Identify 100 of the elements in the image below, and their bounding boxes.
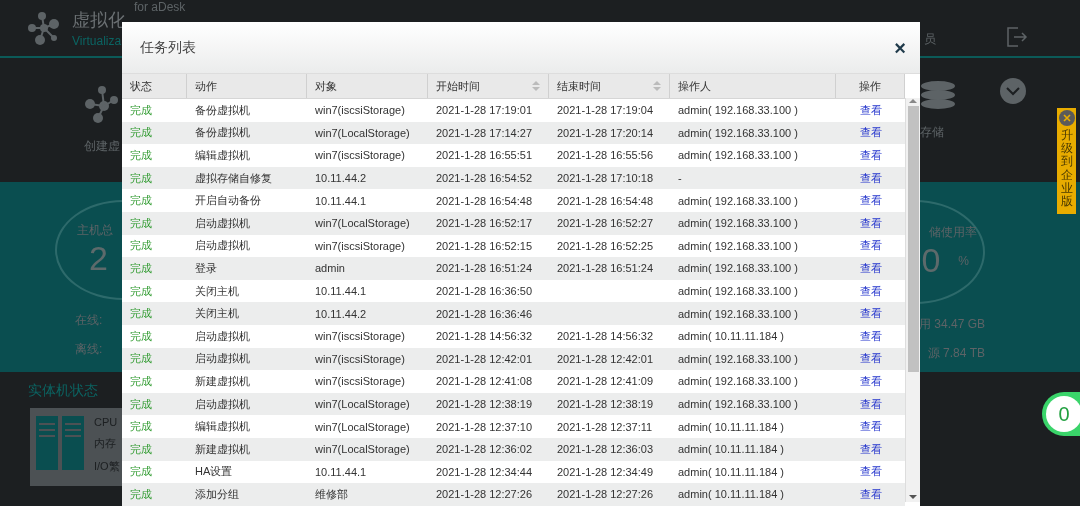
table-cell-text: 10.11.44.1 xyxy=(314,285,368,298)
close-button[interactable]: × xyxy=(894,37,906,58)
view-link[interactable]: 查看 xyxy=(836,306,905,322)
column-header[interactable]: 结束时间 xyxy=(549,74,670,98)
table-cell-text: admin( 192.168.33.100 ) xyxy=(677,375,799,388)
table-cell-text: 关闭主机 xyxy=(194,306,240,322)
table-cell-text: win7(LocalStorage) xyxy=(314,126,411,139)
status-cell-text: 完成 xyxy=(129,351,153,367)
column-header[interactable]: 操作人 xyxy=(670,74,836,98)
table-cell-text: admin( 10.11.11.184 ) xyxy=(677,420,785,433)
column-header[interactable]: 动作 xyxy=(187,74,307,98)
upgrade-banner[interactable]: 升级到企业版 xyxy=(1057,108,1076,215)
table-cell-text: 启动虚拟机 xyxy=(194,328,251,344)
table-cell-text: 2021-1-28 12:41:08 xyxy=(435,375,534,388)
stat-label: 储使用率 xyxy=(929,224,977,241)
table-cell-text: admin( 10.11.11.184 ) xyxy=(677,330,785,343)
view-link[interactable]: 查看 xyxy=(836,193,905,209)
table-cell-text: 2021-1-28 12:36:02 xyxy=(435,443,534,456)
view-link[interactable]: 查看 xyxy=(836,283,905,299)
table-cell-text: admin( 192.168.33.100 ) xyxy=(677,194,799,207)
dialog-title: 任务列表 xyxy=(140,38,196,57)
offline-label: 离线: xyxy=(75,341,103,358)
table-cell-text: 添加分组 xyxy=(194,486,240,502)
table-cell-text: 2021-1-28 16:52:17 xyxy=(435,217,534,230)
table-cell-text: 编辑虚拟机 xyxy=(194,148,251,163)
column-header[interactable]: 操作 xyxy=(836,74,905,98)
table-cell-text: 2021-1-28 12:34:49 xyxy=(556,465,655,478)
table-cell-text: 2021-1-28 12:36:03 xyxy=(556,443,655,456)
view-link[interactable]: 查看 xyxy=(836,260,905,276)
table-cell-text: 2021-1-28 16:55:51 xyxy=(435,149,534,162)
view-link[interactable]: 查看 xyxy=(836,328,905,344)
table-cell-text: 备份虚拟机 xyxy=(194,102,251,118)
table-cell-text: win7(iscsiStorage) xyxy=(314,352,406,365)
table-cell-text: 关闭主机 xyxy=(194,283,240,299)
table-cell-text: admin( 192.168.33.100 ) xyxy=(677,239,799,252)
column-header[interactable]: 对象 xyxy=(307,74,428,98)
view-link[interactable]: 查看 xyxy=(836,215,905,231)
table-cell-text: 2021-1-28 12:27:26 xyxy=(435,488,534,501)
status-cell-text: 完成 xyxy=(129,464,153,480)
table-cell-text: win7(iscsiStorage) xyxy=(314,149,406,162)
status-cell-text: 完成 xyxy=(129,419,153,435)
table-cell-text: 10.11.44.1 xyxy=(314,465,368,478)
table-cell-text: 2021-1-28 16:55:56 xyxy=(556,149,655,162)
online-label: 在线: xyxy=(75,312,103,329)
table-cell-text: admin( 10.11.11.184 ) xyxy=(677,443,785,456)
table-cell-text: 2021-1-28 17:19:04 xyxy=(556,104,655,117)
table-cell-text: 2021-1-28 16:52:27 xyxy=(556,217,655,230)
status-cell-text: 完成 xyxy=(129,373,153,389)
table-cell-text: 启动虚拟机 xyxy=(194,351,251,367)
view-link[interactable]: 查看 xyxy=(836,441,905,457)
table-cell-text: win7(LocalStorage) xyxy=(314,398,411,410)
view-link[interactable]: 查看 xyxy=(836,351,905,367)
view-link[interactable]: 查看 xyxy=(836,396,905,412)
table-cell-text: 2021-1-28 12:42:01 xyxy=(435,352,534,365)
view-link[interactable]: 查看 xyxy=(836,373,905,389)
table-cell-text: 新建虚拟机 xyxy=(194,441,251,457)
stat-value: 0 xyxy=(921,241,941,280)
stat-label: 主机总 xyxy=(77,222,113,239)
section-title: 实体机状态 xyxy=(28,382,98,400)
table-cell-text: admin( 192.168.33.100 ) xyxy=(677,398,799,410)
upgrade-label: 升级到企业版 xyxy=(1060,129,1073,209)
view-link[interactable]: 查看 xyxy=(836,125,905,141)
table-cell-text: 2021-1-28 12:37:11 xyxy=(556,420,654,433)
table-cell-text: 2021-1-28 16:52:25 xyxy=(556,239,655,252)
table-cell-text: 2021-1-28 17:10:18 xyxy=(556,172,655,185)
table-cell-text: 2021-1-28 12:41:09 xyxy=(556,375,655,388)
status-cell-text: 完成 xyxy=(129,170,153,186)
view-link[interactable]: 查看 xyxy=(836,170,905,186)
status-cell-text: 完成 xyxy=(129,102,153,118)
column-header[interactable]: 状态 xyxy=(122,74,187,98)
table-cell-text: 2021-1-28 16:54:52 xyxy=(435,172,534,185)
view-link[interactable]: 查看 xyxy=(836,102,905,118)
table-cell-text: admin( 192.168.33.100 ) xyxy=(677,352,799,365)
table-cell-text: 10.11.44.2 xyxy=(314,307,368,320)
status-cell-text: 完成 xyxy=(129,125,153,141)
table-cell-text: win7(iscsiStorage) xyxy=(314,330,406,343)
table-cell-text: 2021-1-28 16:54:48 xyxy=(435,194,534,207)
used-label: 用 34.47 GB xyxy=(918,316,985,333)
view-link[interactable]: 查看 xyxy=(836,486,905,502)
notification-badge[interactable]: 0 xyxy=(1042,392,1080,436)
view-link[interactable]: 查看 xyxy=(836,148,905,163)
table-cell-text: 维修部 xyxy=(314,486,349,502)
table-cell-text: 虚拟存储自修复 xyxy=(194,170,273,186)
table-cell-text: win7(iscsiStorage) xyxy=(314,104,406,117)
table-cell-text: 2021-1-28 12:34:44 xyxy=(435,465,534,478)
table-cell-text: 启动虚拟机 xyxy=(194,238,251,254)
unit-label: % xyxy=(958,253,969,268)
table-cell-text: 2021-1-28 16:54:48 xyxy=(556,194,655,207)
status-cell-text: 完成 xyxy=(129,238,153,254)
view-link[interactable]: 查看 xyxy=(836,238,905,254)
view-link[interactable]: 查看 xyxy=(836,419,905,435)
table-cell-text: HA设置 xyxy=(194,464,234,480)
column-header[interactable]: 开始时间 xyxy=(428,74,549,98)
table-cell-text: 登录 xyxy=(194,260,218,276)
app-subtitle: Virtualiza xyxy=(72,34,122,48)
table-cell-text: win7(LocalStorage) xyxy=(314,420,411,433)
status-cell-text: 完成 xyxy=(129,486,153,502)
table-cell-text: admin( 192.168.33.100 ) xyxy=(677,104,799,117)
view-link[interactable]: 查看 xyxy=(836,464,905,480)
total-label: 源 7.84 TB xyxy=(927,345,985,362)
